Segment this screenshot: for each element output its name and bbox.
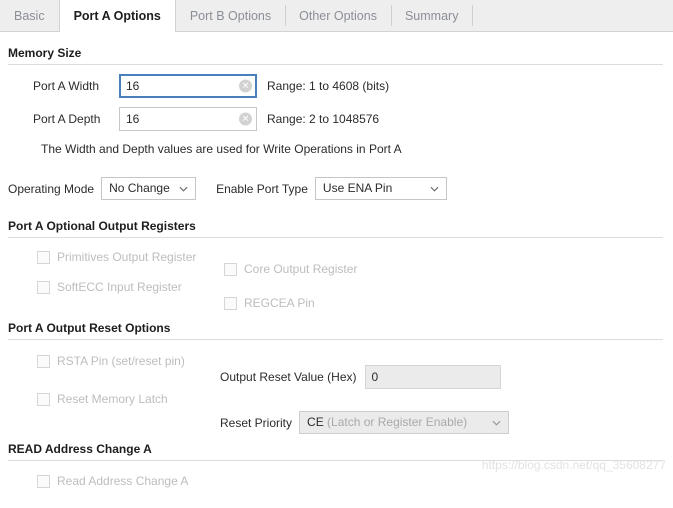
tab-label: Port A Options — [73, 8, 161, 23]
operating-mode-label: Operating Mode — [8, 181, 95, 196]
clear-icon[interactable]: ✕ — [239, 112, 252, 126]
tab-basic[interactable]: Basic — [0, 0, 59, 31]
tab-label: Port B Options — [189, 8, 272, 23]
port-a-width-row: Port A Width ✕ Range: 1 to 4608 (bits) — [8, 74, 665, 98]
port-a-width-label: Port A Width — [33, 79, 100, 93]
reset-priority-row: Reset Priority CE (Latch or Register Ena… — [220, 411, 510, 434]
reset-priority-value: CE (Latch or Register Enable) — [300, 412, 508, 433]
tab-label: Basic — [14, 8, 45, 23]
tab-bar-filler — [473, 0, 673, 31]
checkbox-label: SoftECC Input Register — [57, 280, 182, 294]
reset-row-1: RSTA Pin (set/reset pin) Output Reset Va… — [8, 354, 665, 389]
port-a-options-panel: Memory Size Port A Width ✕ Range: 1 to 4… — [0, 32, 673, 508]
tab-label: Summary — [404, 8, 459, 23]
checkbox-label: Primitives Output Register — [57, 250, 197, 264]
optional-output-registers-grid: Primitives Output Register Core Output R… — [8, 250, 665, 276]
tab-port-a-options[interactable]: Port A Options — [58, 0, 176, 32]
section-title-output-reset-options: Port A Output Reset Options — [8, 321, 171, 335]
enable-port-type-label: Enable Port Type — [216, 181, 308, 196]
output-reset-value-label: Output Reset Value (Hex) — [220, 370, 357, 384]
checkbox-regcea-pin[interactable]: REGCEA Pin — [224, 296, 315, 310]
enable-port-type-select[interactable]: Use ENA Pin — [314, 177, 447, 200]
checkbox-box[interactable] — [224, 262, 237, 276]
section-title-memory-size: Memory Size — [8, 46, 82, 60]
section-divider — [8, 339, 663, 340]
section-title-optional-output-registers: Port A Optional Output Registers — [8, 219, 196, 233]
checkbox-label: Reset Memory Latch — [57, 392, 168, 406]
section-divider — [8, 237, 663, 238]
tab-port-b-options[interactable]: Port B Options — [176, 0, 285, 31]
reset-priority-label: Reset Priority — [220, 415, 293, 430]
tab-label: Other Options — [299, 8, 377, 23]
width-depth-note: The Width and Depth values are used for … — [41, 142, 402, 156]
checkbox-box[interactable] — [224, 296, 237, 310]
reset-priority-value-strong: CE — [307, 415, 324, 429]
checkbox-label: Read Address Change A — [57, 474, 189, 488]
section-divider — [8, 64, 663, 65]
checkbox-box[interactable] — [37, 250, 50, 264]
port-a-depth-row: Port A Depth ✕ Range: 2 to 1048576 — [8, 107, 665, 131]
checkbox-reset-memory-latch[interactable]: Reset Memory Latch — [37, 392, 665, 406]
output-reset-value-input[interactable] — [364, 365, 501, 389]
checkbox-label: RSTA Pin (set/reset pin) — [57, 354, 185, 368]
port-a-depth-input[interactable] — [119, 107, 257, 131]
output-reset-value-row: Output Reset Value (Hex) — [220, 365, 501, 389]
checkbox-box[interactable] — [37, 392, 50, 406]
tab-other-options[interactable]: Other Options — [285, 0, 391, 31]
reset-priority-value-muted: (Latch or Register Enable) — [327, 415, 468, 429]
checkbox-core-output-register[interactable]: Core Output Register — [224, 262, 357, 276]
checkbox-label: Core Output Register — [244, 262, 358, 276]
port-a-width-range: Range: 1 to 4608 (bits) — [267, 79, 390, 93]
reset-row-2: Reset Memory Latch Reset Priority CE (La… — [8, 392, 665, 434]
tab-summary[interactable]: Summary — [390, 0, 472, 31]
port-a-depth-label: Port A Depth — [33, 112, 101, 126]
enable-port-type-value: Use ENA Pin — [322, 181, 393, 195]
operating-mode-value: No Change — [109, 181, 170, 195]
optional-output-registers-grid-2: SoftECC Input Register REGCEA Pin — [8, 280, 665, 310]
checkbox-box[interactable] — [37, 474, 50, 488]
section-divider — [8, 460, 663, 461]
checkbox-read-address-change-a[interactable]: Read Address Change A — [8, 474, 665, 488]
port-a-width-input-wrap: ✕ — [119, 74, 257, 98]
operating-mode-row: Operating Mode No Change Enable Port Typ… — [8, 177, 665, 200]
operating-mode-select[interactable]: No Change — [101, 177, 197, 200]
checkbox-label: REGCEA Pin — [244, 296, 315, 310]
port-a-depth-input-wrap: ✕ — [119, 107, 257, 131]
tab-bar: Basic Port A Options Port B Options Othe… — [0, 0, 673, 32]
checkbox-softecc-input-register[interactable]: SoftECC Input Register — [37, 280, 665, 294]
port-a-depth-range: Range: 2 to 1048576 — [267, 112, 380, 126]
checkbox-box[interactable] — [37, 280, 50, 294]
checkbox-box[interactable] — [37, 354, 50, 368]
port-a-width-input[interactable] — [119, 74, 257, 98]
reset-priority-select[interactable]: CE (Latch or Register Enable) — [299, 411, 510, 434]
clear-icon[interactable]: ✕ — [239, 79, 252, 93]
